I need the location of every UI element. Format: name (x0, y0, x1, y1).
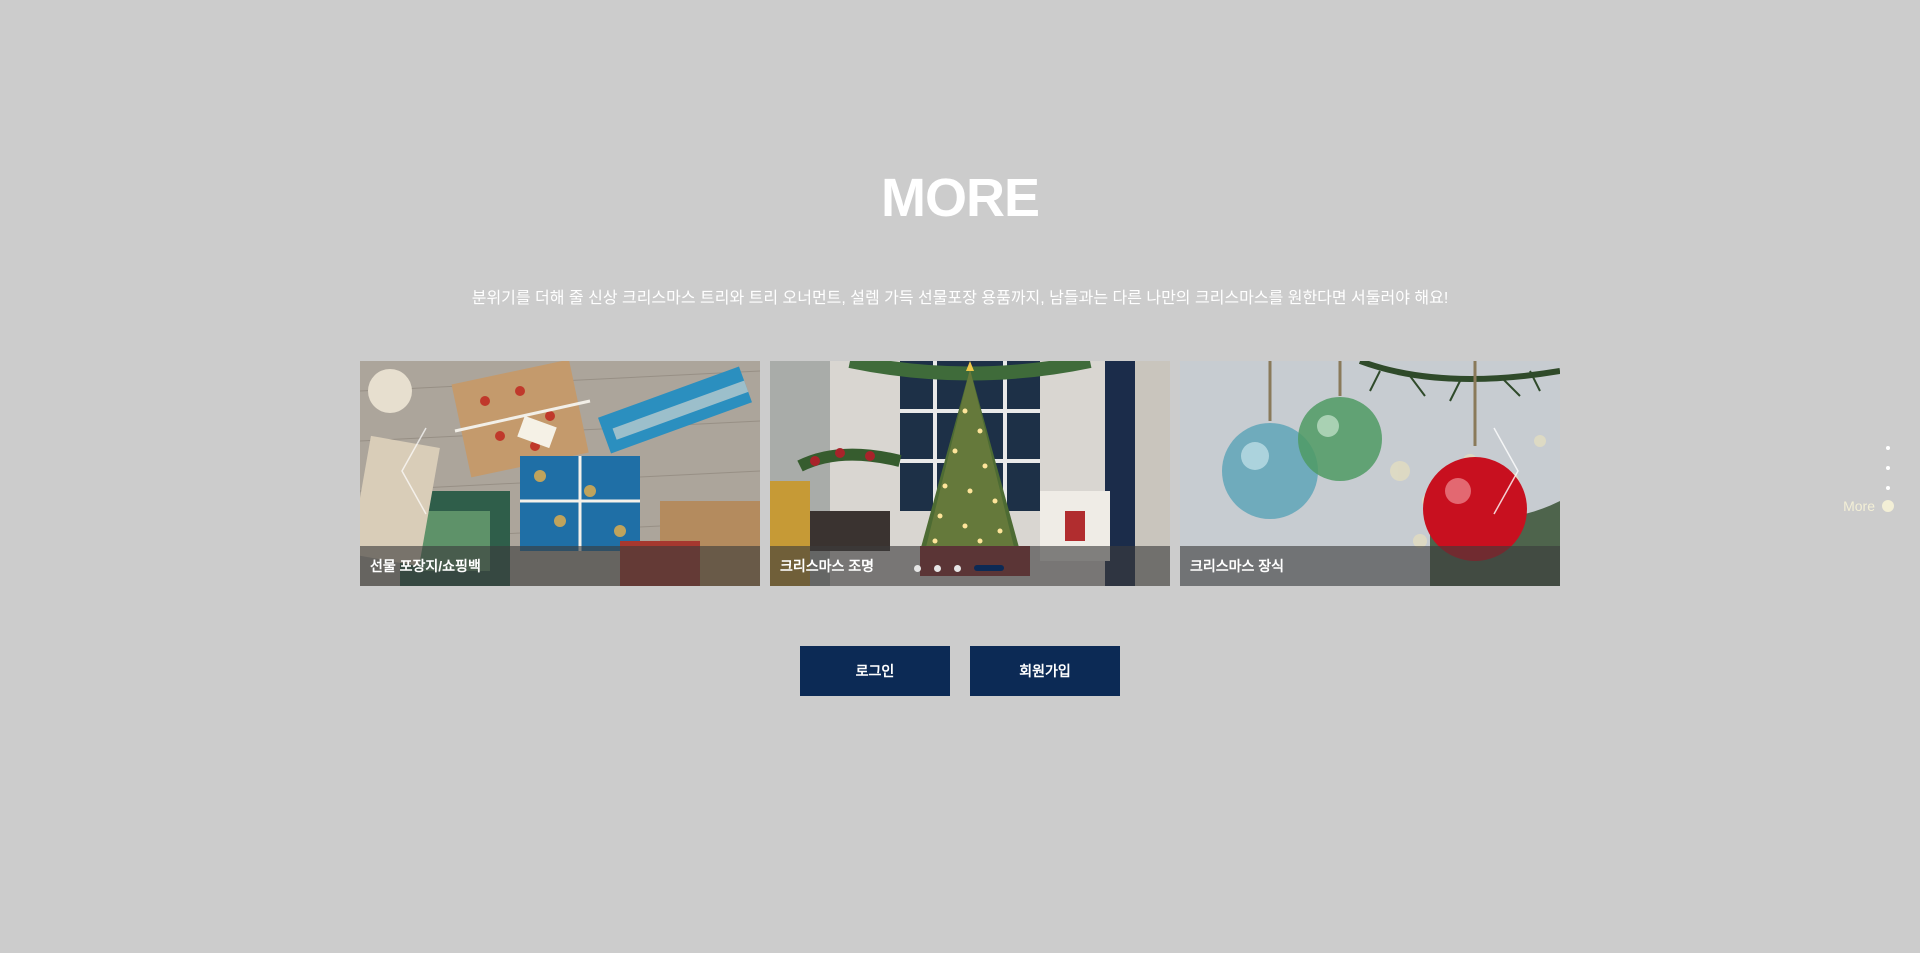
pagination-dot[interactable] (934, 564, 941, 572)
login-button[interactable]: 로그인 (800, 646, 950, 696)
section-description: 분위기를 더해 줄 신상 크리스마스 트리와 트리 오너먼트, 설렘 가득 선물… (471, 290, 1449, 307)
side-nav-active-label[interactable]: More (1843, 498, 1875, 514)
card-caption: 선물 포장지/쇼핑백 (360, 546, 760, 586)
pagination-dot[interactable] (954, 564, 961, 572)
signup-button[interactable]: 회원가입 (970, 646, 1120, 696)
slider-pagination (914, 563, 1004, 573)
side-nav-dot[interactable] (1886, 486, 1890, 490)
pagination-dot[interactable] (914, 564, 921, 572)
side-nav-dot[interactable] (1886, 466, 1890, 470)
card-label: 크리스마스 조명 (780, 558, 875, 574)
product-slider[interactable]: 선물 포장지/쇼핑백 크리스마스 조명 크리스마스 장식 (360, 361, 1560, 586)
side-nav-dot[interactable] (1886, 446, 1890, 450)
page: MORE 분위기를 더해 줄 신상 크리스마스 트리와 트리 오너먼트, 설렘 … (0, 0, 1920, 953)
section-title: MORE (881, 168, 1040, 228)
slider-prev-icon[interactable] (394, 426, 436, 516)
slider-next-icon[interactable] (1484, 426, 1526, 516)
card-label: 선물 포장지/쇼핑백 (370, 558, 481, 574)
side-nav-active-dot[interactable] (1882, 500, 1894, 512)
card-caption: 크리스마스 장식 (1180, 546, 1560, 586)
card-label: 크리스마스 장식 (1190, 558, 1285, 574)
section-side-nav: More (1814, 438, 1894, 518)
pagination-dot-active[interactable] (974, 565, 1004, 571)
slide-card-christmas-lights[interactable]: 크리스마스 조명 (770, 361, 1170, 586)
auth-buttons: 로그인 회원가입 (800, 646, 1120, 696)
